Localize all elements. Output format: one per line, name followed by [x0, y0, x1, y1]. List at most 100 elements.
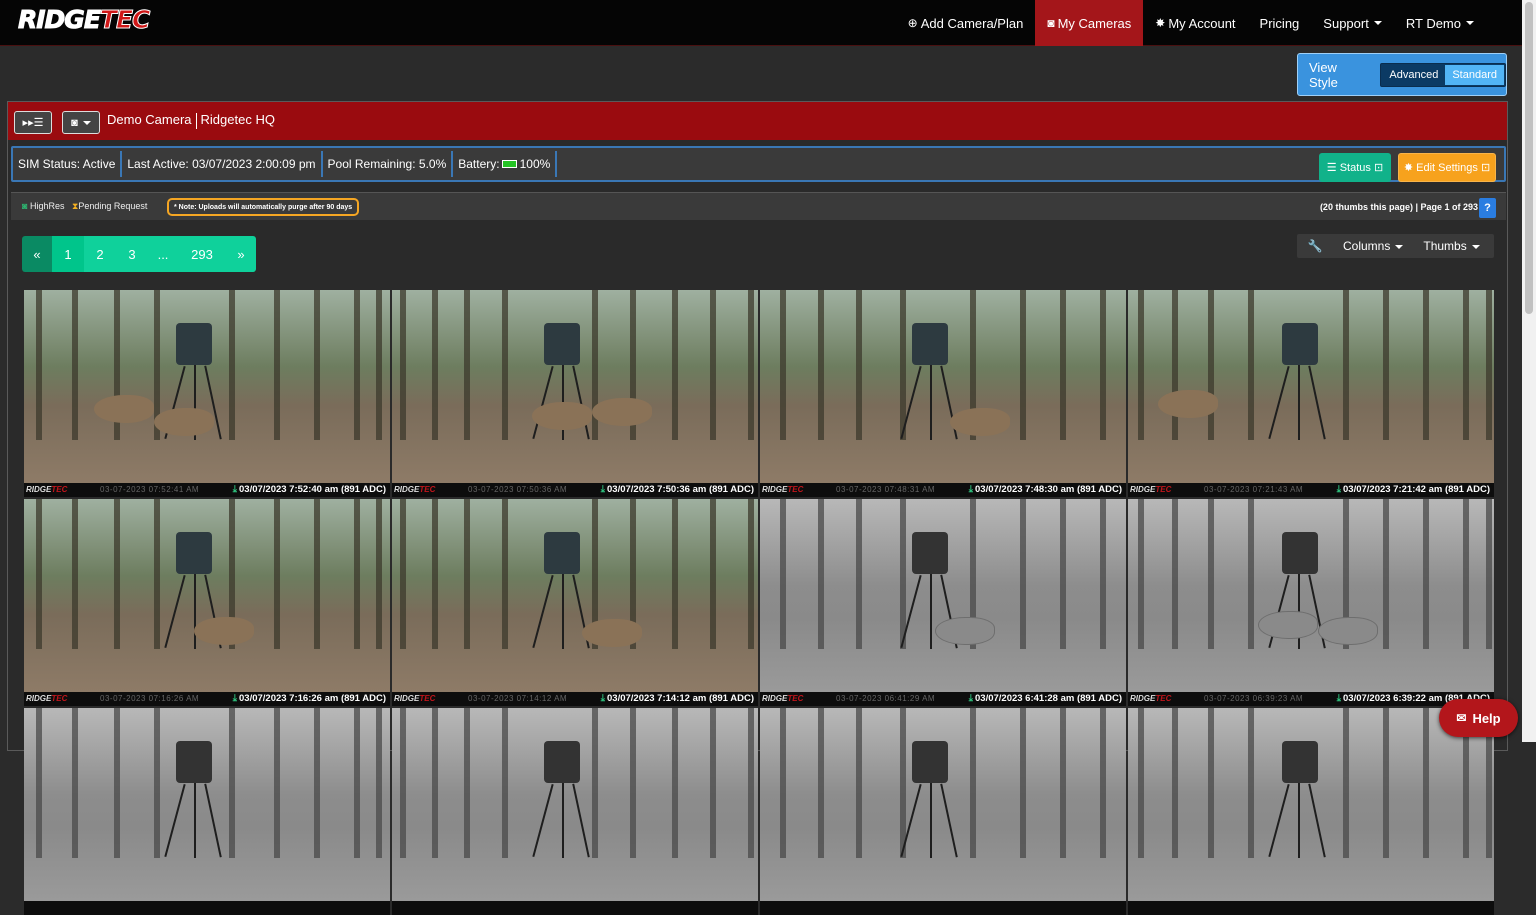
columns-dropdown[interactable]: Columns [1333, 239, 1413, 253]
tree-trunk [1383, 499, 1389, 649]
deer [154, 408, 214, 436]
trail-cam-thumbnail[interactable]: RIDGETEC 03-07-2023 07:21:43 AM ⤓ 03/07/202… [1128, 290, 1494, 497]
thumbnail-stamp-bar: RIDGETEC 03-07-2023 06:39:23 AM ⤓ 03/07/202… [1128, 692, 1494, 706]
trail-cam-thumbnail[interactable]: RIDGETEC 03-07-2023 06:39:23 AM ⤓ 03/07/202… [1128, 499, 1494, 706]
download-timestamp-link[interactable]: ⤓ 03/07/2023 7:52:40 am (891 ADC) [233, 484, 386, 495]
tree-trunk [1138, 708, 1144, 858]
page-prev[interactable]: « [22, 236, 52, 272]
trail-cam-thumbnail[interactable] [24, 708, 390, 915]
burned-in-timestamp: 03-07-2023 07:48:31 AM [836, 485, 936, 494]
thumbnail-stamp-bar: RIDGETEC 03-07-2023 07:14:12 AM ⤓ 03/07/202… [392, 692, 758, 706]
feeder [912, 532, 948, 574]
tree-trunk [1423, 499, 1429, 649]
page-3[interactable]: 3 [116, 236, 148, 272]
fast-forward-list-icon: ▸▸☰ [22, 117, 44, 129]
trail-cam-photo [24, 290, 390, 483]
tree-trunk [502, 708, 508, 858]
watermark-logo: RIDGETEC [394, 694, 436, 703]
trail-cam-thumbnail[interactable]: RIDGETEC 03-07-2023 07:48:31 AM ⤓ 03/07/202… [760, 290, 1126, 497]
trail-cam-photo [1128, 499, 1494, 692]
camera-panel: ▸▸☰ ◙ Demo Camera Ridgetec HQ SIM Status:… [7, 101, 1508, 915]
status-button[interactable]: ☰ Status ⊡ [1319, 153, 1391, 182]
feeder [176, 532, 212, 574]
tree-trunk [710, 708, 716, 858]
view-standard-button[interactable]: Standard [1445, 64, 1504, 85]
tree-trunk [314, 499, 320, 649]
trail-cam-thumbnail[interactable] [760, 708, 1126, 915]
watermark-logo: RIDGETEC [1130, 694, 1172, 703]
slideshow-button[interactable]: ▸▸☰ [14, 111, 52, 134]
thumbs-dropdown[interactable]: Thumbs [1413, 239, 1489, 253]
nav-my-cameras[interactable]: ◙ My Cameras [1035, 0, 1144, 46]
tree-trunk [502, 290, 508, 440]
tree-trunk [432, 290, 438, 440]
download-timestamp-link[interactable]: ⤓ 03/07/2023 7:50:36 am (891 ADC) [601, 484, 754, 495]
page-scrollbar[interactable] [1522, 0, 1536, 742]
help-question-button[interactable]: ? [1479, 198, 1496, 218]
nav-support[interactable]: Support [1311, 0, 1394, 46]
page-last[interactable]: 293 [178, 236, 226, 272]
tree-trunk [856, 290, 862, 440]
nav-pricing[interactable]: Pricing [1248, 0, 1312, 46]
thumbnail-stamp-bar [24, 901, 390, 915]
feeder-leg [562, 783, 564, 858]
download-timestamp-link[interactable]: ⤓ 03/07/2023 7:14:12 am (891 ADC) [601, 693, 754, 704]
page-1[interactable]: 1 [52, 236, 84, 272]
feeder-leg [562, 574, 564, 649]
download-timestamp-link[interactable]: ⤓ 03/07/2023 7:21:42 am (891 ADC) [1337, 484, 1490, 495]
download-icon: ⤓ [600, 484, 605, 495]
view-style-toggle: Advanced Standard [1380, 62, 1506, 87]
tree-trunk [376, 290, 382, 440]
tree-trunk [1020, 290, 1026, 440]
page-ellipsis: ... [148, 236, 178, 272]
trail-cam-thumbnail[interactable]: RIDGETEC 03-07-2023 07:14:12 AM ⤓ 03/07/202… [392, 499, 758, 706]
nav-user-menu[interactable]: RT Demo [1394, 0, 1486, 46]
expand-icon: ⊡ [1480, 162, 1491, 174]
trail-cam-thumbnail[interactable]: RIDGETEC 03-07-2023 07:52:41 AM ⤓ 03/07/202… [24, 290, 390, 497]
divider [195, 112, 197, 129]
tree-trunk [1383, 290, 1389, 440]
tree-trunk [1208, 499, 1214, 649]
gear-icon: ✸ [1155, 16, 1166, 30]
tree-trunk [114, 708, 120, 858]
nav-my-account[interactable]: ✸ My Account [1143, 0, 1247, 46]
camera-menu-button[interactable]: ◙ [62, 111, 100, 134]
tree-trunk [376, 499, 382, 649]
feeder-leg [1298, 783, 1300, 858]
feeder [1282, 532, 1318, 574]
tree-trunk [1060, 499, 1066, 649]
trail-cam-thumbnail[interactable]: RIDGETEC 03-07-2023 07:50:36 AM ⤓ 03/07/202… [392, 290, 758, 497]
tree-trunk [154, 708, 160, 858]
camera-location: Ridgetec HQ [200, 112, 275, 127]
tree-trunk [1486, 290, 1492, 440]
wrench-icon[interactable]: 🔧 [1297, 239, 1333, 253]
feeder [176, 323, 212, 365]
scrollbar-thumb[interactable] [1525, 2, 1533, 314]
trail-cam-photo [392, 499, 758, 692]
watermark-logo: RIDGETEC [394, 485, 436, 494]
view-advanced-button[interactable]: Advanced [1382, 65, 1445, 85]
tree-trunk [1343, 708, 1349, 858]
trail-cam-thumbnail[interactable]: RIDGETEC 03-07-2023 07:16:26 AM ⤓ 03/07/202… [24, 499, 390, 706]
tree-trunk [1172, 708, 1178, 858]
deer [950, 408, 1010, 436]
trail-cam-thumbnail[interactable]: RIDGETEC 03-07-2023 06:41:29 AM ⤓ 03/07/202… [760, 499, 1126, 706]
tree-trunk [748, 290, 754, 440]
plus-circle-icon: ⊕ [907, 16, 918, 30]
page-next[interactable]: » [226, 236, 256, 272]
tree-trunk [274, 708, 280, 858]
nav-add-camera[interactable]: ⊕ Add Camera/Plan [896, 0, 1036, 46]
help-button[interactable]: ✉ Help [1439, 699, 1518, 737]
trail-cam-photo [24, 499, 390, 692]
ridgetec-logo[interactable]: RIDGETEC [18, 5, 151, 35]
download-timestamp-link[interactable]: ⤓ 03/07/2023 7:16:26 am (891 ADC) [233, 693, 386, 704]
edit-settings-button[interactable]: ✸ Edit Settings ⊡ [1398, 153, 1496, 182]
list-icon: ☰ [1326, 162, 1340, 174]
tree-trunk [1248, 499, 1254, 649]
download-timestamp-link[interactable]: ⤓ 03/07/2023 6:41:28 am (891 ADC) [969, 693, 1122, 704]
trail-cam-thumbnail[interactable] [1128, 708, 1494, 915]
trail-cam-thumbnail[interactable] [392, 708, 758, 915]
tree-trunk [630, 708, 636, 858]
download-timestamp-link[interactable]: ⤓ 03/07/2023 7:48:30 am (891 ADC) [969, 484, 1122, 495]
page-2[interactable]: 2 [84, 236, 116, 272]
